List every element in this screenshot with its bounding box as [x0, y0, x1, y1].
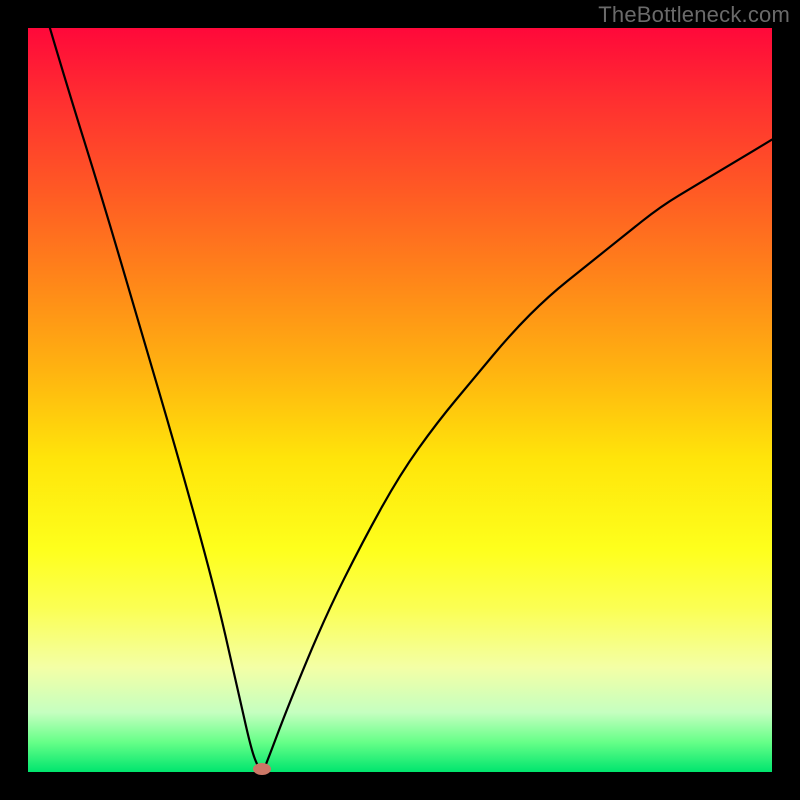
- vertex-marker: [253, 763, 271, 775]
- chart-frame: TheBottleneck.com: [0, 0, 800, 800]
- bottleneck-curve: [28, 0, 772, 771]
- watermark-text: TheBottleneck.com: [598, 2, 790, 28]
- plot-area: [28, 28, 772, 772]
- curve-svg: [28, 28, 772, 772]
